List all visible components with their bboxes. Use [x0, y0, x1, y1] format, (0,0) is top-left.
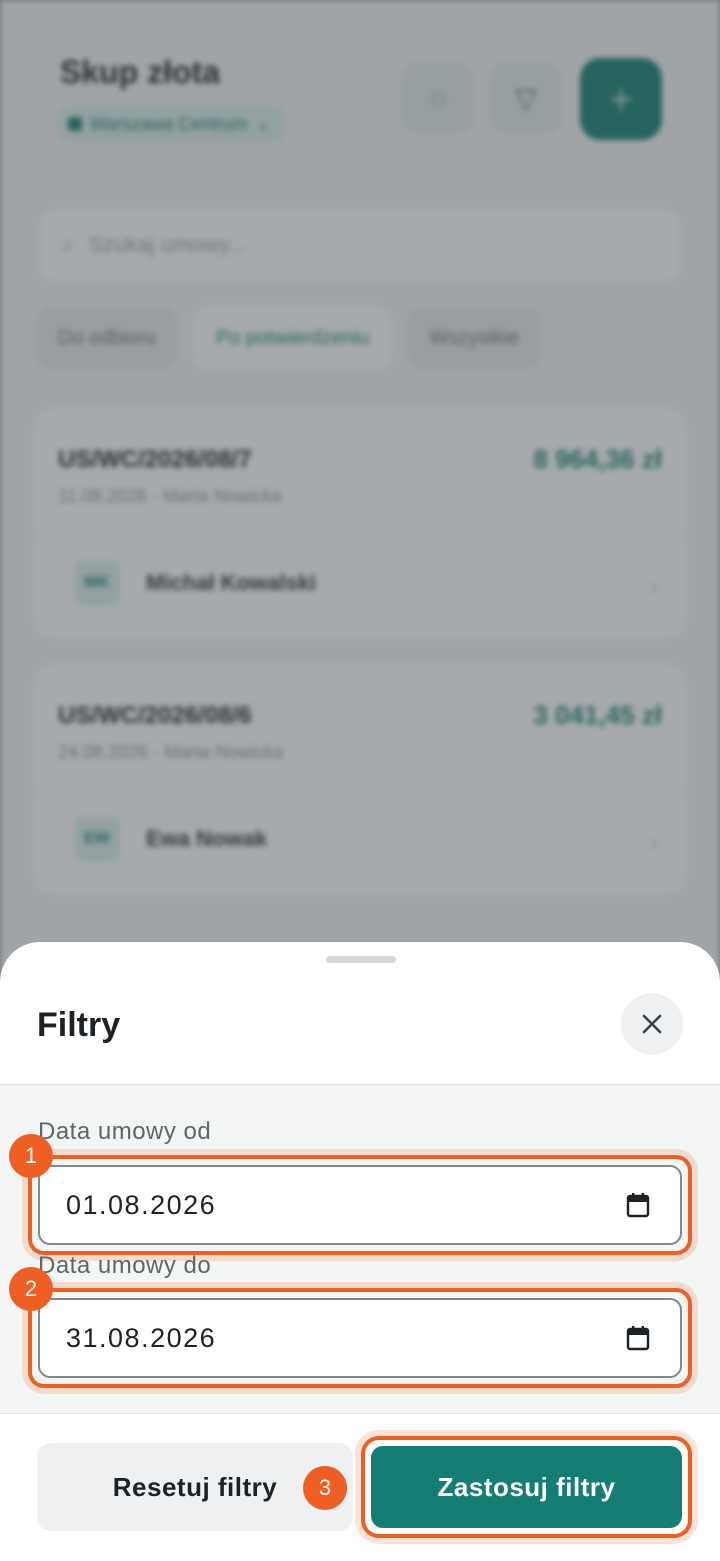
date-from-label-text: Data umowy od [38, 1118, 212, 1145]
screen: Skup złota Warszawa Centrum ⌄ ◌ ▽ ＋ ⌕ Sz… [0, 0, 720, 1561]
close-button[interactable] [621, 993, 683, 1055]
date-from-value: 01.08.2026 [66, 1189, 217, 1220]
calendar-icon[interactable] [626, 1325, 650, 1351]
date-to-value: 31.08.2026 [66, 1322, 217, 1353]
date-to-label-text: Data umowy do [38, 1252, 212, 1279]
date-from-input[interactable]: 01.08.2026 [38, 1165, 682, 1245]
apply-filters-button[interactable]: Zastosuj filtry [371, 1446, 682, 1528]
date-to-highlight-box: 31.08.2026 [28, 1288, 692, 1388]
apply-highlight: Zastosuj filtry [361, 1436, 692, 1538]
date-to-input[interactable]: 31.08.2026 [38, 1298, 682, 1378]
sheet-title: Filtry [37, 1006, 121, 1044]
date-from-highlight-box: 01.08.2026 [28, 1155, 692, 1255]
step-badge-1: 1 [9, 1134, 53, 1178]
step-badge-3: 3 [303, 1466, 347, 1510]
calendar-icon[interactable] [626, 1192, 650, 1218]
close-icon [642, 1014, 662, 1034]
step-badge-2: 2 [9, 1267, 53, 1311]
sheet-grabber[interactable] [326, 956, 396, 963]
